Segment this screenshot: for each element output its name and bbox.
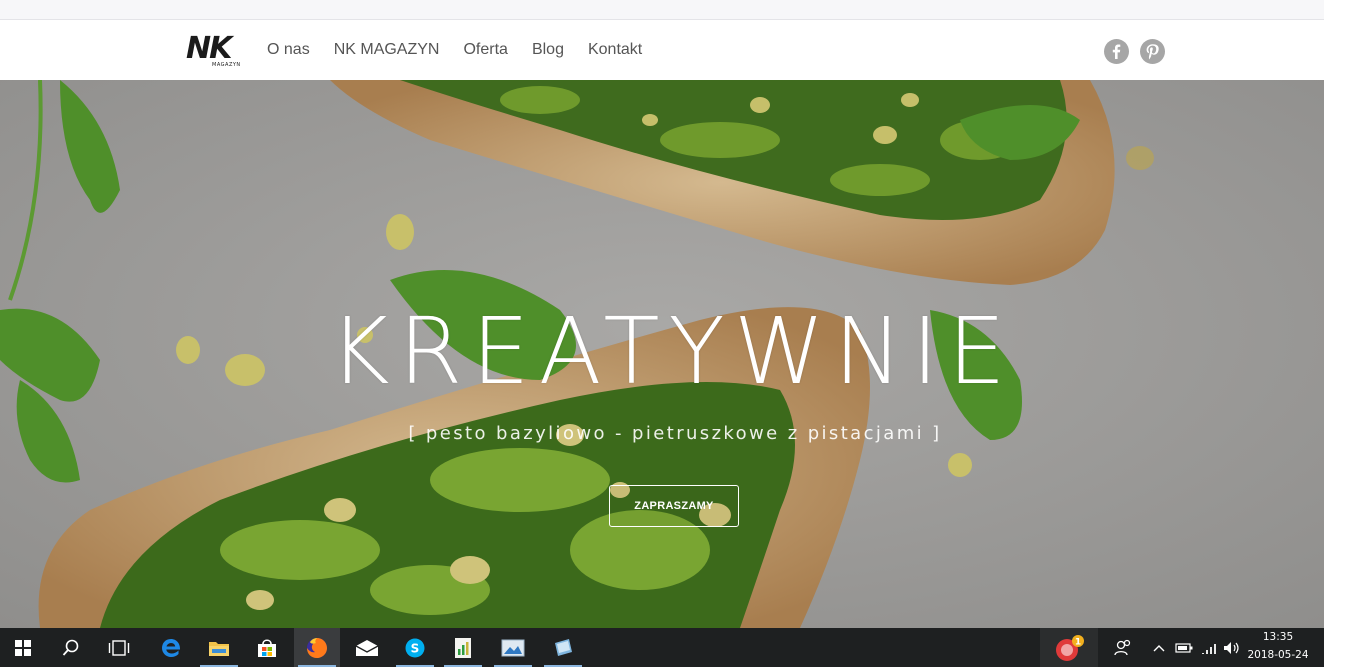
mail-icon[interactable]	[344, 628, 390, 667]
taskbar-clock-time[interactable]: 13:35	[1246, 631, 1310, 643]
zapraszamy-button[interactable]: ZAPRASZAMY	[609, 485, 739, 527]
chevron-up-icon[interactable]	[1148, 628, 1170, 667]
hero-title: KREATYWNIE	[329, 298, 1015, 405]
windows-taskbar: S 1 13:35 2018-05-24	[0, 628, 1324, 667]
spreadsheet-icon[interactable]	[440, 628, 486, 667]
nav-item-blog[interactable]: Blog	[532, 41, 564, 59]
wifi-icon[interactable]	[1198, 628, 1222, 667]
nav-item-nk-magazyn[interactable]: NK MAGAZYN	[334, 41, 440, 59]
photos-icon[interactable]	[490, 628, 536, 667]
logo-text: NK	[186, 31, 232, 66]
people-icon[interactable]	[1108, 628, 1138, 667]
hero-section: KREATYWNIE [ pesto bazyliowo - pietruszk…	[0, 80, 1324, 628]
windows-start-icon[interactable]	[0, 628, 46, 667]
facebook-icon[interactable]	[1104, 39, 1129, 64]
edge-icon[interactable]	[148, 628, 194, 667]
browser-top-strip	[0, 0, 1324, 20]
notepad-icon[interactable]	[540, 628, 586, 667]
file-explorer-icon[interactable]	[196, 628, 242, 667]
firefox-icon[interactable]	[294, 628, 340, 667]
search-icon[interactable]	[48, 628, 94, 667]
pinterest-icon[interactable]	[1140, 39, 1165, 64]
notification-badge: 1	[1075, 637, 1081, 647]
skype-icon[interactable]: S	[392, 628, 438, 667]
volume-icon[interactable]	[1220, 628, 1244, 667]
browser-page: NK MAGAZYN O nas NK MAGAZYN Oferta Blog …	[0, 0, 1354, 667]
battery-icon[interactable]	[1172, 628, 1196, 667]
site-navbar: NK MAGAZYN O nas NK MAGAZYN Oferta Blog …	[0, 20, 1324, 80]
page-gutter	[1324, 0, 1354, 628]
tray-app-icon[interactable]: 1	[1040, 628, 1098, 667]
taskbar-clock-date[interactable]: 2018-05-24	[1246, 649, 1310, 661]
nav-item-o-nas[interactable]: O nas	[267, 41, 310, 59]
svg-text:S: S	[411, 641, 420, 655]
nav-item-kontakt[interactable]: Kontakt	[588, 41, 642, 59]
logo-subtext: MAGAZYN	[212, 62, 241, 68]
hero-subtitle: [ pesto bazyliowo - pietruszkowe z pista…	[408, 423, 942, 444]
nav-menu: O nas NK MAGAZYN Oferta Blog Kontakt	[267, 20, 666, 80]
site-logo[interactable]: NK MAGAZYN	[186, 31, 240, 69]
task-view-icon[interactable]	[96, 628, 142, 667]
nav-item-oferta[interactable]: Oferta	[463, 41, 507, 59]
store-icon[interactable]	[244, 628, 290, 667]
social-links	[1104, 39, 1176, 64]
